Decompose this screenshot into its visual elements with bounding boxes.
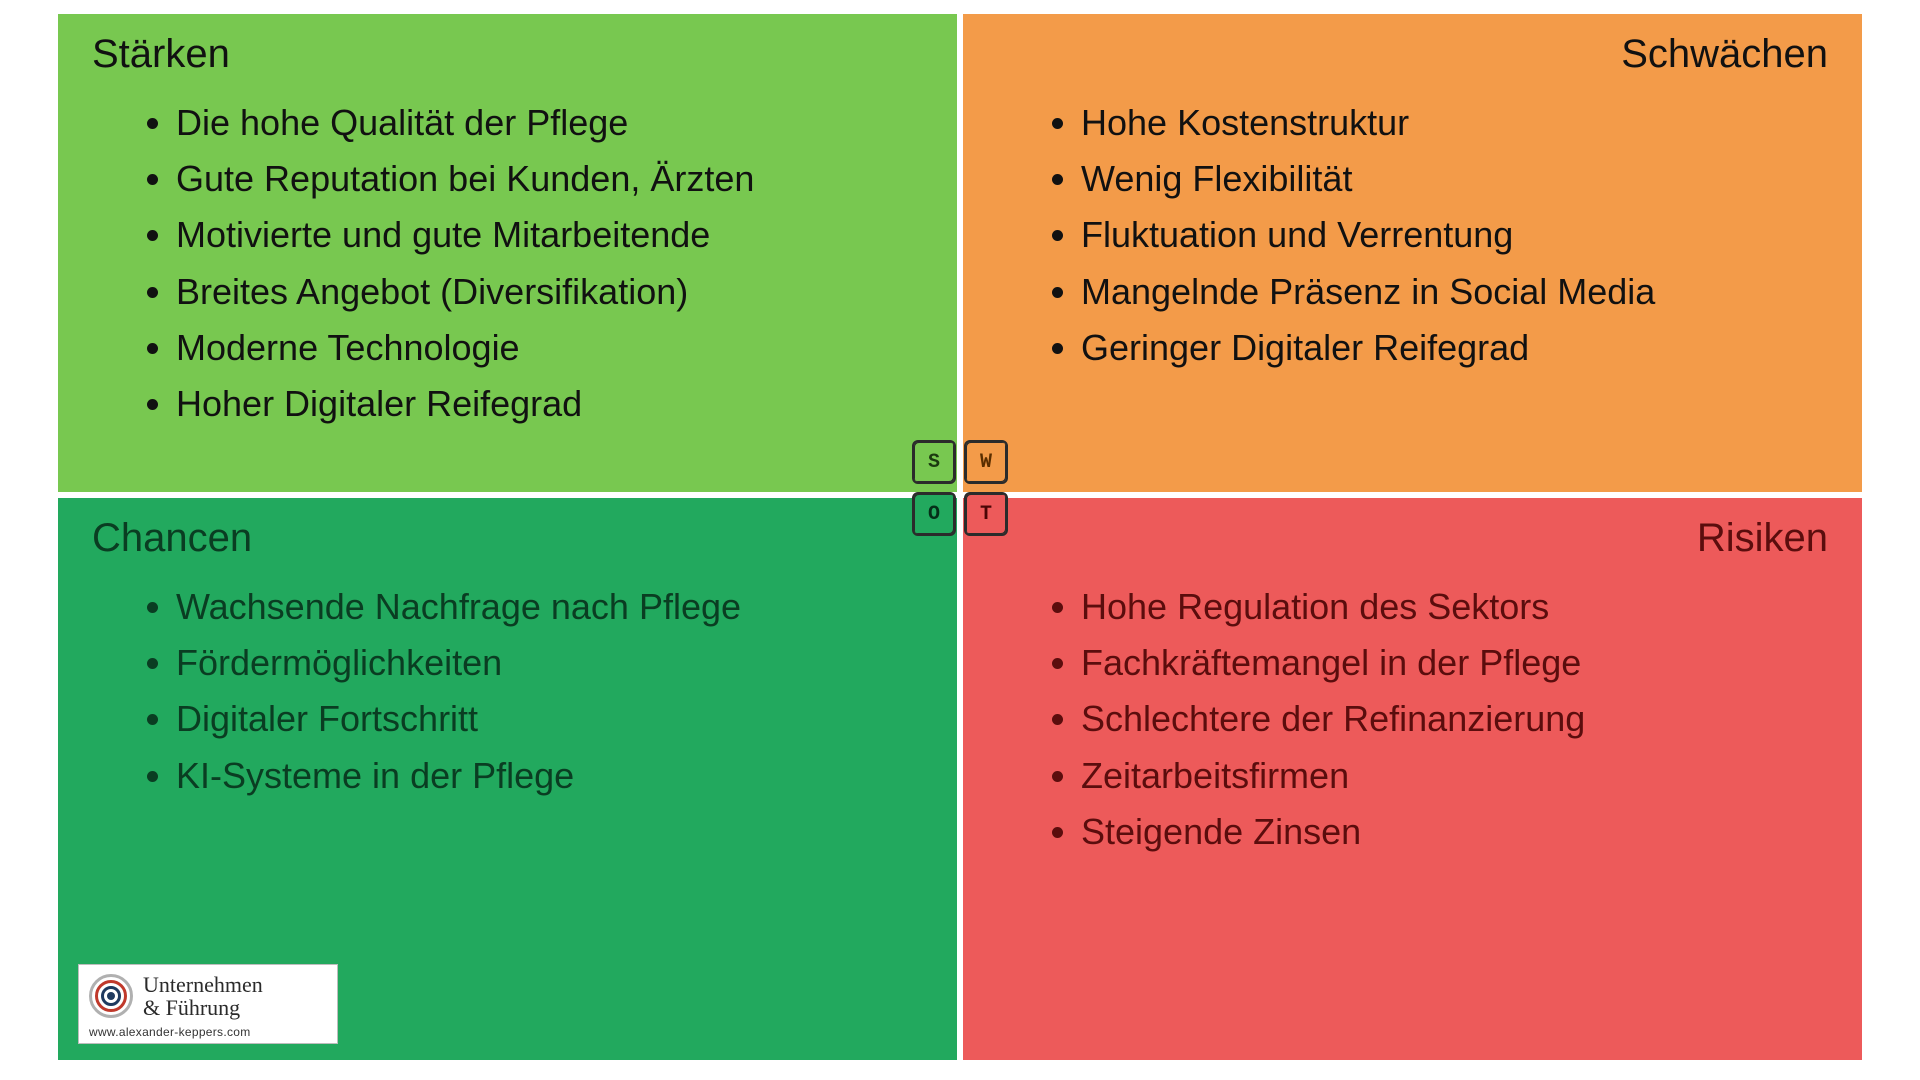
swot-key-cluster: S W O T [912,440,1008,536]
key-t-icon: T [964,492,1008,536]
key-o-icon: O [912,492,956,536]
key-w-icon: W [964,440,1008,484]
swot-wrap: S W O T [58,14,1862,1060]
key-s-icon: S [912,440,956,484]
